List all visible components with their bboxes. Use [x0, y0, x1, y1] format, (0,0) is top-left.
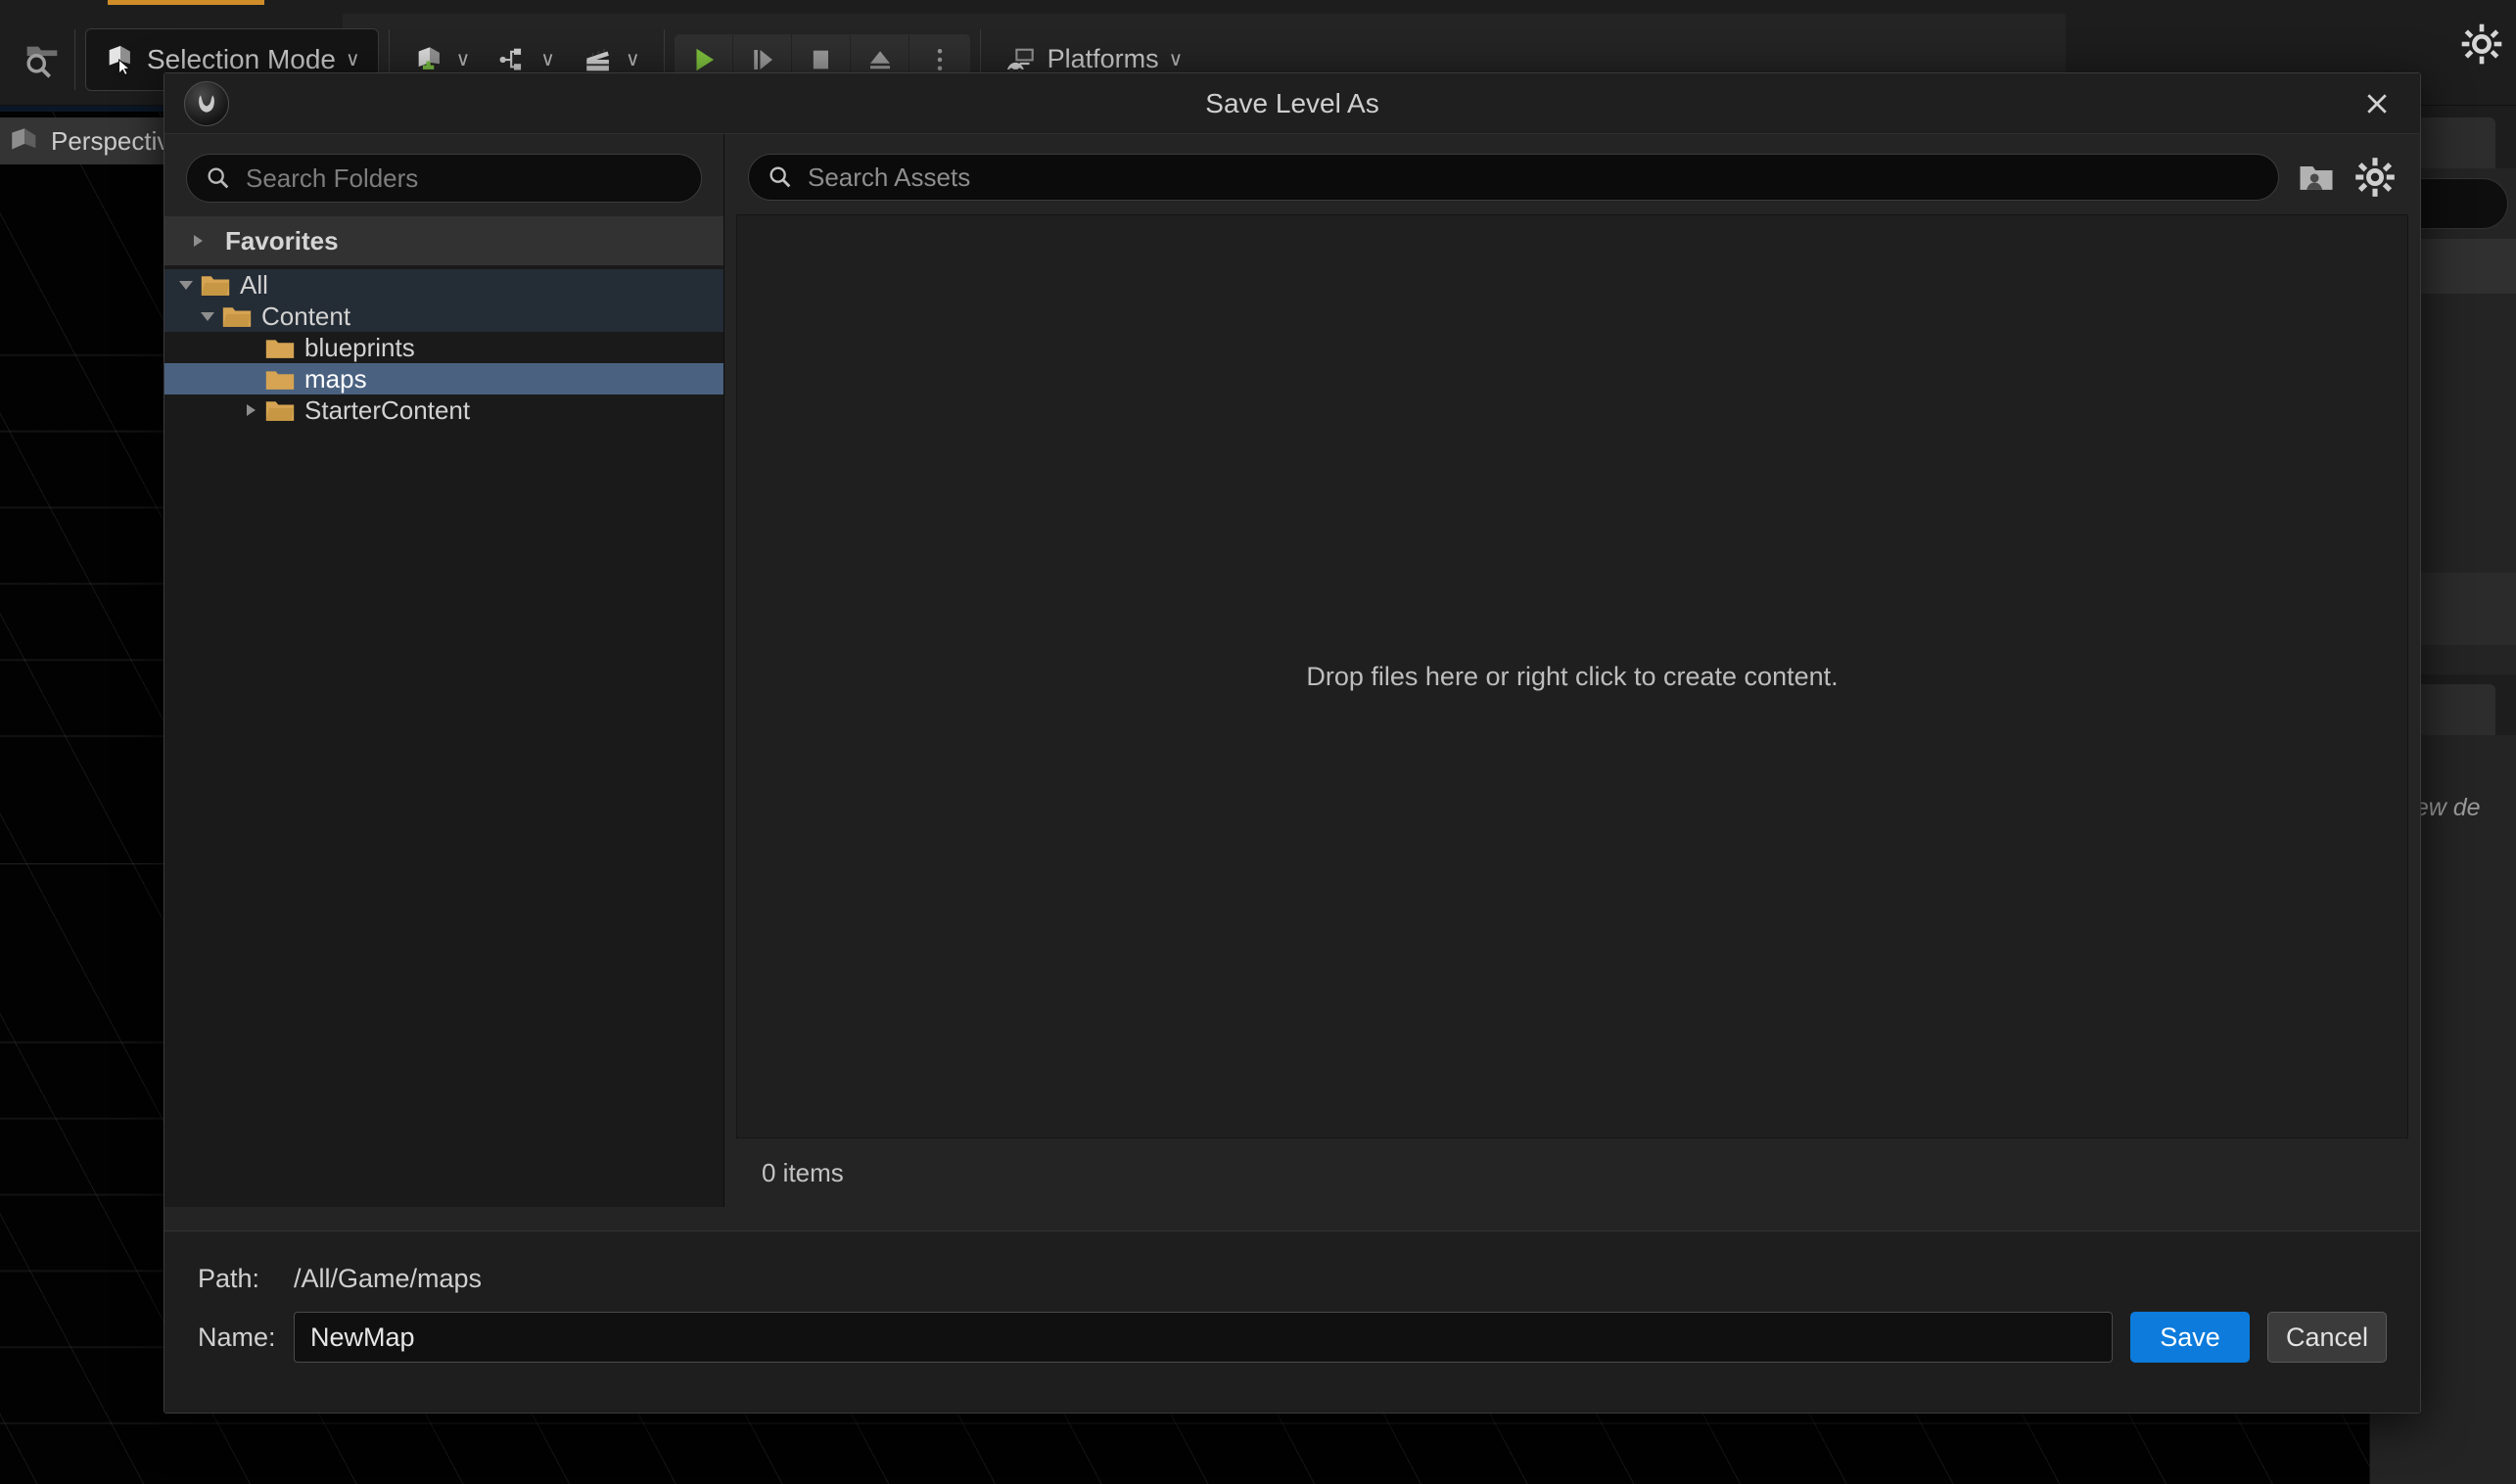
tree-item-content[interactable]: Content	[164, 301, 723, 332]
save-button[interactable]: Save	[2130, 1312, 2250, 1363]
play-icon	[696, 48, 715, 70]
search-assets-placeholder: Search Assets	[808, 162, 971, 192]
asset-toolbar: Search Assets	[724, 134, 2420, 214]
chevron-down-icon: ∨	[625, 49, 640, 70]
folder-icon	[265, 401, 295, 421]
chevron-down-icon: ∨	[1168, 49, 1184, 70]
tree-item-label: StarterContent	[304, 395, 471, 425]
platforms-icon	[1006, 48, 1034, 72]
unreal-logo-icon	[184, 80, 229, 126]
folder-icon	[201, 276, 230, 296]
search-icon	[769, 166, 791, 188]
skip-frame-icon	[754, 49, 773, 70]
selection-mode-label: Selection Mode	[147, 43, 337, 74]
camera-cube-icon	[12, 128, 36, 150]
search-folders-input[interactable]: Search Folders	[186, 154, 702, 203]
asset-status-bar: 0 items	[736, 1138, 2408, 1207]
search-assets-input[interactable]: Search Assets	[748, 154, 2279, 201]
cinematics-clapperboard-icon	[586, 48, 609, 70]
path-value: /All/Game/maps	[294, 1263, 483, 1293]
path-label: Path:	[198, 1263, 260, 1293]
chevron-down-icon[interactable]	[194, 311, 221, 321]
favorites-section-header[interactable]: Favorites	[164, 216, 723, 265]
tree-item-label: blueprints	[304, 333, 415, 362]
tree-item-blueprints[interactable]: blueprints	[164, 332, 723, 363]
close-icon[interactable]	[2352, 78, 2402, 129]
tree-item-startercontent[interactable]: StarterContent	[164, 394, 723, 426]
chevron-down-icon: ∨	[540, 49, 555, 70]
chevron-down-icon: ∨	[346, 49, 360, 70]
search-folders-placeholder: Search Folders	[246, 162, 419, 193]
asset-empty-message: Drop files here or right click to create…	[1306, 661, 1839, 691]
favorites-label: Favorites	[225, 225, 339, 255]
folder-icon	[265, 340, 295, 358]
platforms-label: Platforms	[1047, 44, 1159, 73]
private-content-folder-icon[interactable]	[2295, 156, 2338, 199]
stop-icon	[813, 50, 829, 69]
path-row: Path: /All/Game/maps	[198, 1253, 2387, 1304]
item-count-label: 0 items	[762, 1157, 844, 1187]
close-x-glyph	[2367, 93, 2387, 114]
search-icon	[208, 167, 229, 189]
eject-icon	[870, 50, 891, 69]
magnifier-icon[interactable]	[20, 37, 65, 82]
create-content-icon	[418, 46, 440, 70]
toolbar-divider	[74, 28, 75, 90]
save-level-as-dialog: Save Level As Search Folders Favorites A…	[163, 72, 2421, 1414]
tree-item-all[interactable]: All	[164, 269, 723, 301]
name-row: Name: NewMap Save Cancel	[198, 1312, 2387, 1363]
tree-item-maps[interactable]: maps	[164, 363, 723, 394]
unreal-u-icon	[199, 94, 214, 113]
chevron-right-icon[interactable]	[184, 235, 211, 247]
blueprints-icon	[499, 48, 522, 70]
folder-tree-list[interactable]: All Content blueprints maps StarterContent	[164, 265, 723, 1207]
dialog-body: Search Folders Favorites All Content bluep…	[164, 134, 2420, 1230]
folder-tree-pane: Search Folders Favorites All Content bluep…	[164, 134, 724, 1207]
tree-item-label: maps	[304, 364, 367, 394]
tree-item-label: Content	[261, 301, 351, 331]
chevron-down-icon: ∨	[455, 49, 471, 70]
chevron-down-icon[interactable]	[172, 280, 200, 290]
asset-drop-area[interactable]: Drop files here or right click to create…	[736, 214, 2408, 1138]
dialog-footer: Path: /All/Game/maps Name: NewMap Save C…	[164, 1230, 2420, 1413]
tree-item-label: All	[240, 270, 268, 300]
folder-icon	[222, 307, 252, 327]
dialog-title: Save Level As	[1205, 87, 1379, 118]
asset-browser-pane: Search Assets Drop files here or right c…	[724, 134, 2420, 1207]
toolbar-menu-strip	[0, 0, 2516, 14]
selection-cube-icon	[109, 45, 131, 75]
gear-icon[interactable]	[2353, 156, 2397, 199]
cancel-button[interactable]: Cancel	[2267, 1312, 2387, 1363]
name-label: Name:	[198, 1322, 276, 1352]
name-input[interactable]: NewMap	[294, 1312, 2113, 1363]
more-vertical-icon	[937, 48, 942, 70]
chevron-right-icon[interactable]	[237, 404, 264, 416]
folder-icon	[265, 371, 295, 390]
toolbar-accent-bar	[108, 0, 264, 5]
gear-icon[interactable]	[2459, 22, 2504, 67]
dialog-title-bar[interactable]: Save Level As	[164, 73, 2420, 134]
